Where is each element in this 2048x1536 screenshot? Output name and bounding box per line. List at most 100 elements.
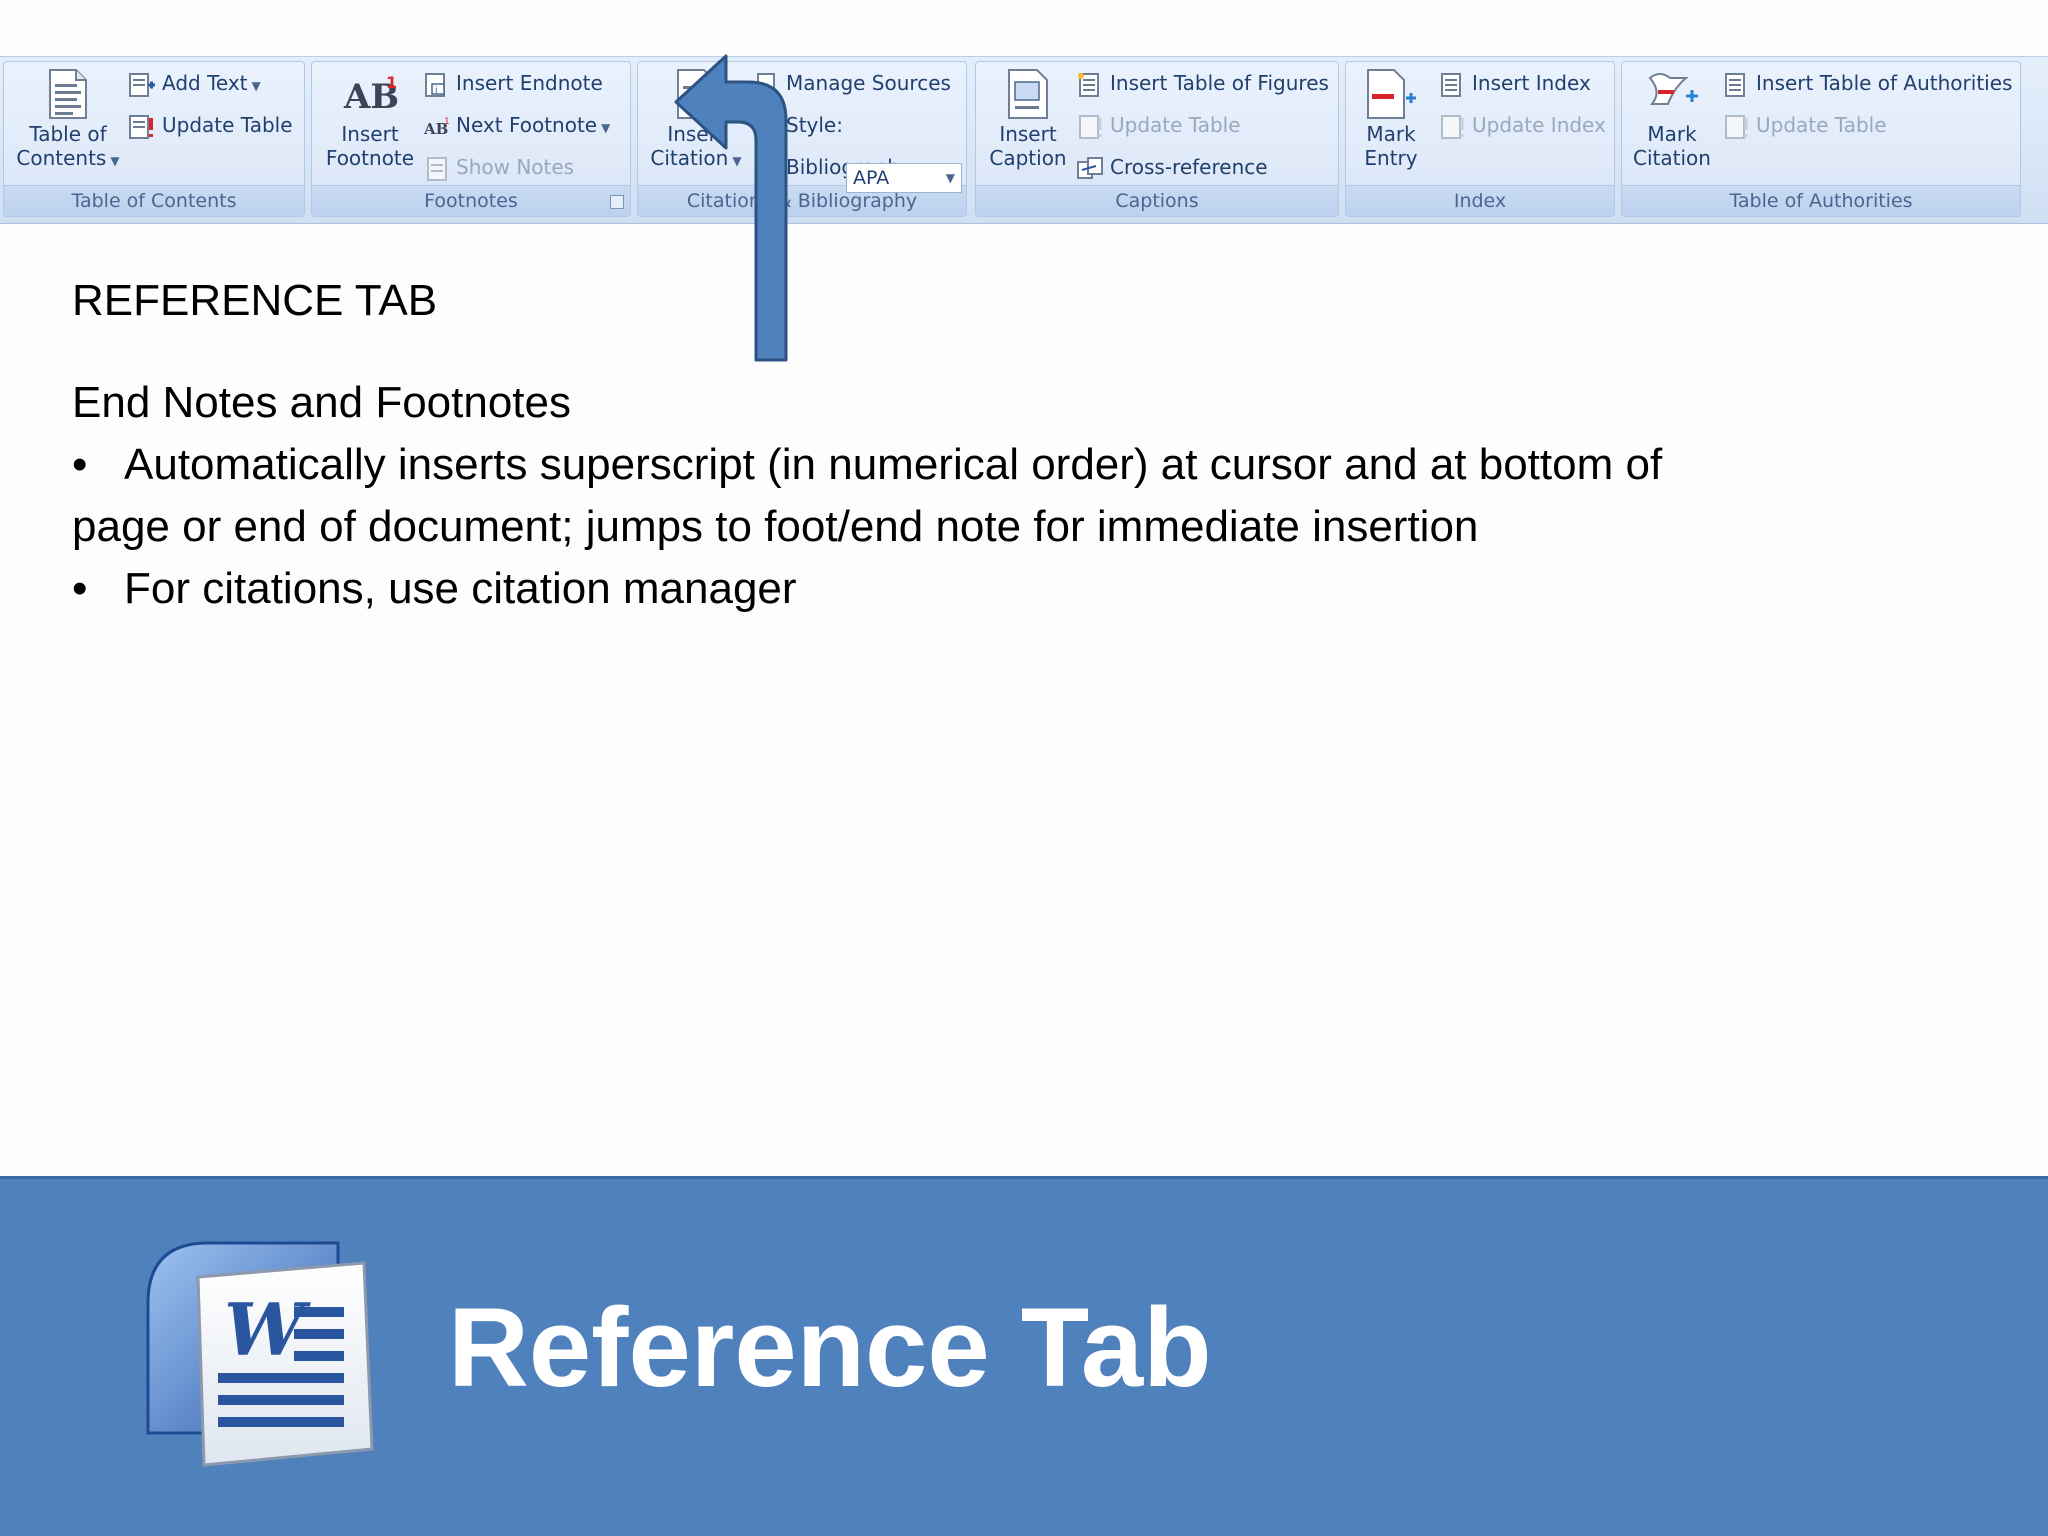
next-footnote-button[interactable]: AB 1 Next Footnote ▼ <box>423 108 611 142</box>
group-captions: Insert Caption Insert Table of Figures U… <box>975 61 1339 217</box>
insert-caption-button[interactable]: Insert Caption <box>980 68 1076 170</box>
manage-sources-label: Manage Sources <box>786 71 951 95</box>
insert-footnote-label-2: Footnote <box>325 146 415 170</box>
slide-title: Reference Tab <box>448 1285 1212 1410</box>
insert-endnote-button[interactable]: i Insert Endnote <box>424 66 603 100</box>
insert-citation-label-2: Citation ▼ <box>644 146 748 173</box>
table-of-contents-label-2: Contents ▼ <box>12 146 124 173</box>
chevron-down-icon[interactable]: ▼ <box>946 164 955 192</box>
update-table-authorities-label: Update Table <box>1756 113 1887 137</box>
table-of-contents-button[interactable]: Table of Contents ▼ <box>12 68 124 173</box>
bullet-item-2: • For citations, use citation manager <box>72 558 797 620</box>
update-table-icon <box>129 114 153 139</box>
update-index-label: Update Index <box>1472 113 1606 137</box>
dialog-launcher-icon[interactable] <box>610 195 624 209</box>
bullet-item-1-line-1: Automatically inserts superscript (in nu… <box>124 440 1663 489</box>
insert-caption-icon <box>1008 69 1048 119</box>
insert-index-label: Insert Index <box>1472 71 1591 95</box>
show-notes-icon <box>427 156 447 181</box>
add-text-icon <box>129 72 155 97</box>
update-table-icon <box>1079 114 1102 139</box>
insert-endnote-icon: i <box>425 72 445 97</box>
mark-entry-icon <box>1367 69 1416 119</box>
table-of-contents-label-2-text: Contents <box>16 146 107 170</box>
next-footnote-icon: AB 1 <box>423 117 450 138</box>
update-index-button[interactable]: Update Index <box>1438 108 1606 142</box>
bullet-item-2-text: For citations, use citation manager <box>124 564 797 613</box>
insert-caption-label-2: Caption <box>989 146 1067 170</box>
style-label: Style: <box>752 108 843 142</box>
style-icon <box>757 118 773 137</box>
insert-table-of-figures-button[interactable]: Insert Table of Figures <box>1076 66 1329 100</box>
slide-heading: REFERENCE TAB <box>72 276 438 325</box>
bullet-marker: • <box>72 440 88 489</box>
chevron-down-icon: ▼ <box>251 79 261 93</box>
insert-citation-icon <box>677 69 715 119</box>
insert-footnote-label-1: Insert <box>341 122 399 146</box>
table-of-contents-icon <box>49 69 87 119</box>
manage-sources-button[interactable]: Manage Sources <box>752 66 951 100</box>
cross-reference-button[interactable]: Cross-reference <box>1076 150 1268 184</box>
insert-footnote-icon: AB 1 <box>343 73 398 117</box>
cross-reference-icon <box>1077 156 1103 179</box>
mark-entry-label-2: Entry <box>1364 146 1418 170</box>
insert-index-button[interactable]: Insert Index <box>1438 66 1591 100</box>
insert-table-of-authorities-label: Insert Table of Authorities <box>1756 71 2013 95</box>
style-select[interactable]: APA ▼ <box>846 163 962 193</box>
insert-citation-label-2-text: Citation <box>650 146 729 170</box>
cross-reference-label: Cross-reference <box>1110 155 1268 179</box>
group-citations-bibliography: Insert Citation▼ Manage Sources Style: B… <box>637 61 967 217</box>
svg-text:i: i <box>435 86 438 96</box>
table-of-contents-label-1: Table of <box>29 122 107 146</box>
chevron-down-icon: ▼ <box>601 121 611 135</box>
update-table-figures-button[interactable]: Update Table <box>1076 108 1241 142</box>
mark-citation-button[interactable]: Mark Citation <box>1624 68 1720 170</box>
update-table-label: Update Table <box>162 113 293 137</box>
update-table-icon <box>1725 114 1748 139</box>
references-ribbon: Table of Contents ▼ Add Text ▼ Update Tabl… <box>0 56 2048 224</box>
group-label-footnotes: Footnotes <box>312 185 630 216</box>
bullet-item-1-continuation: page or end of document; jumps to foot/e… <box>72 496 1478 558</box>
insert-citation-button[interactable]: Insert Citation ▼ <box>644 68 748 173</box>
svg-text:1: 1 <box>386 73 397 92</box>
next-footnote-label: Next Footnote <box>456 113 598 137</box>
chevron-down-icon: ▼ <box>110 154 120 168</box>
group-index: Mark Entry Insert Index Update Index Ind… <box>1345 61 1615 217</box>
bullet-item-1-line-2: page or end of document; jumps to foot/e… <box>72 502 1479 551</box>
group-table-of-contents: Table of Contents ▼ Add Text ▼ Update Tabl… <box>3 61 305 217</box>
svg-text:1: 1 <box>444 117 450 127</box>
insert-caption-label-1: Insert <box>999 122 1057 146</box>
insert-endnote-label: Insert Endnote <box>456 71 603 95</box>
group-label-captions: Captions <box>976 185 1338 216</box>
insert-index-icon <box>1441 72 1461 97</box>
mark-citation-label-1: Mark <box>1647 122 1697 146</box>
insert-citation-label-1: Insert <box>667 122 725 146</box>
mark-citation-icon <box>1648 73 1698 105</box>
mark-citation-label-2: Citation <box>1633 146 1711 170</box>
group-footnotes: AB 1 Insert Footnote i Insert Endnote AB… <box>311 61 631 217</box>
mark-entry-button[interactable]: Mark Entry <box>1348 68 1434 170</box>
add-text-label: Add Text <box>162 71 248 95</box>
slide-subheading: End Notes and Footnotes <box>72 378 571 427</box>
insert-table-of-authorities-button[interactable]: Insert Table of Authorities <box>1722 66 2012 100</box>
word-logo-icon: W <box>146 1241 374 1467</box>
add-text-button[interactable]: Add Text ▼ <box>128 66 261 100</box>
bullet-item-1: • Automatically inserts superscript (in n… <box>72 434 1662 496</box>
style-select-value: APA <box>853 167 890 189</box>
insert-table-of-figures-label: Insert Table of Figures <box>1110 71 1329 95</box>
insert-footnote-button[interactable]: AB 1 Insert Footnote <box>320 68 420 170</box>
bibliography-icon <box>757 158 775 181</box>
chevron-down-icon: ▼ <box>732 154 742 168</box>
group-label-table-of-authorities: Table of Authorities <box>1622 185 2020 216</box>
show-notes-label: Show Notes <box>456 155 575 179</box>
update-table-button[interactable]: Update Table <box>128 108 293 142</box>
update-table-figures-label: Update Table <box>1110 113 1241 137</box>
update-index-icon <box>1441 114 1464 139</box>
mark-entry-label-1: Mark <box>1366 122 1416 146</box>
show-notes-button[interactable]: Show Notes <box>424 150 574 184</box>
group-label-index: Index <box>1346 185 1614 216</box>
style-label-text: Style: <box>786 113 843 137</box>
update-table-authorities-button[interactable]: Update Table <box>1722 108 1887 142</box>
manage-sources-icon <box>753 72 775 97</box>
group-table-of-authorities: Mark Citation Insert Table of Authoritie… <box>1621 61 2021 217</box>
